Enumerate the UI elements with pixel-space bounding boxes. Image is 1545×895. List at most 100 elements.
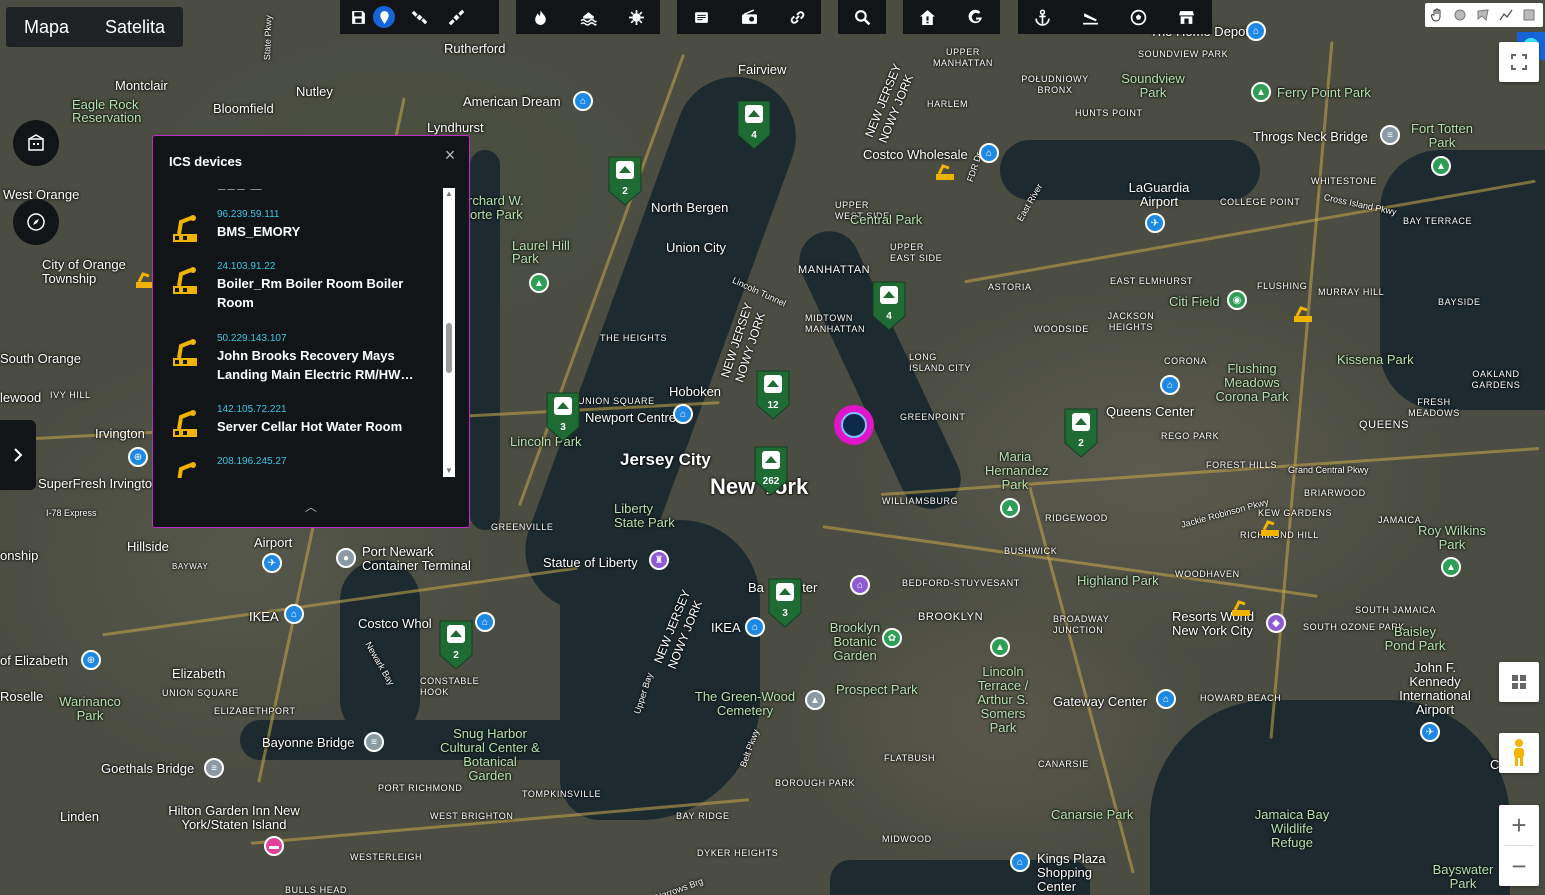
stadium-icon[interactable]: ◉ [1227,290,1247,310]
bridge-icon[interactable]: ≡ [364,732,384,752]
ics-device-marker-icon[interactable] [934,160,956,182]
close-icon[interactable]: × [441,146,459,164]
map-label: Baisley Pond Park [1384,624,1446,653]
list-scrollbar[interactable]: ▲ ▼ [443,188,455,477]
airport-icon[interactable]: ✈ [1420,722,1440,742]
zoom-out-button[interactable]: − [1499,846,1539,886]
shopping-icon[interactable]: ⌂ [745,617,765,637]
device-cluster[interactable]: 4 [869,278,909,332]
park-icon[interactable]: ▲ [990,637,1010,657]
park-icon[interactable]: ▲ [529,273,549,293]
device-cluster[interactable]: 262 [751,443,791,497]
airport-icon[interactable]: ✈ [262,553,282,573]
satellite-button[interactable] [373,6,395,28]
virus-button[interactable] [612,0,660,34]
layers-button[interactable] [1499,662,1539,702]
device-cluster[interactable]: 2 [1061,405,1101,459]
chevron-up-icon[interactable]: ︿ [303,498,319,514]
cluster-count: 2 [453,650,459,661]
park-icon[interactable]: ▲ [1431,156,1451,176]
shopping-icon[interactable]: ⌂ [1010,852,1030,872]
map-label: City of Orange Township [42,257,126,286]
street-view-button[interactable] [1499,733,1539,773]
zoom-in-button[interactable]: + [1499,805,1539,845]
draw-circle-button[interactable] [1448,3,1471,27]
list-item[interactable]: 208.196.245.27 [153,455,443,478]
draw-rectangle-button[interactable] [1517,3,1540,27]
selected-location-marker[interactable] [834,405,874,445]
map-label: MANHATTAN [798,264,871,276]
scroll-up-icon[interactable]: ▲ [445,190,453,198]
airplane-landing-button[interactable] [1066,0,1114,34]
device-cluster[interactable]: 12 [753,367,793,421]
park-icon[interactable]: ▲ [1251,82,1271,102]
shopping-icon[interactable]: ⌂ [284,604,304,624]
bridge-icon[interactable]: ≡ [204,758,224,778]
ics-device-marker-icon[interactable] [1259,516,1281,538]
radio-button[interactable] [725,0,773,34]
cemetery-icon[interactable]: ▲ [805,690,825,710]
device-cluster[interactable]: 4 [734,97,774,151]
shopping-icon[interactable]: ⌂ [979,143,999,163]
satellite-tool-button[interactable] [401,0,438,34]
device-list[interactable]: E̲M̲B̲Ξ̲ ̲ 96.239.59.111 BMS_EMORY 24.10… [153,188,443,478]
save-button[interactable] [340,0,377,34]
device-cluster[interactable]: 2 [605,153,645,207]
monument-icon[interactable]: ♜ [649,550,669,570]
soccer-ball-button[interactable] [1114,0,1162,34]
shopping-icon[interactable]: ⌂ [573,91,593,111]
map-type-satellite-button[interactable]: Satelita [87,17,183,38]
flood-button[interactable] [564,0,612,34]
device-name: Boiler_Rm Boiler Room Boiler Room [217,276,404,310]
store-button[interactable] [1162,0,1210,34]
place-icon[interactable]: ● [336,548,356,568]
anchor-button[interactable] [1018,0,1066,34]
device-cluster[interactable]: 3 [765,575,805,629]
airport-icon[interactable]: ✈ [1145,213,1165,233]
shopping-icon[interactable]: ⌂ [1156,689,1176,709]
ics-device-marker-icon[interactable] [1292,302,1314,324]
park-icon[interactable]: ▲ [1441,557,1461,577]
satellite-alt-button[interactable] [438,0,475,34]
device-cluster[interactable]: 2 [436,617,476,671]
list-item[interactable]: 142.105.72.221 Server Cellar Hot Water R… [153,403,443,455]
fire-button[interactable] [516,0,564,34]
pan-hand-button[interactable] [1425,3,1448,27]
device-cluster[interactable]: 3 [543,389,583,443]
shopping-icon[interactable]: ⌂ [1246,21,1266,41]
polygon-icon [1477,9,1489,22]
museum-icon[interactable]: ⌂ [850,575,870,595]
home-alert-button[interactable] [903,0,951,34]
fullscreen-button[interactable] [1499,42,1539,82]
scroll-down-icon[interactable]: ▼ [445,467,453,475]
hotel-icon[interactable]: ▬ [264,836,284,856]
park-icon[interactable]: ✿ [882,628,902,648]
search-map-button[interactable] [838,0,886,34]
map-label: Montclair [115,78,168,93]
ics-device-marker-icon[interactable] [1230,596,1252,618]
link-button[interactable] [773,0,821,34]
map-label: IKEA [711,620,741,635]
cluster-count: 12 [767,400,779,411]
expand-sidebar-button[interactable] [0,420,36,490]
scrollbar-thumb[interactable] [446,323,452,373]
draw-line-button[interactable] [1494,3,1517,27]
bridge-icon[interactable]: ≡ [1380,125,1400,145]
park-icon[interactable]: ▲ [1000,498,1020,518]
list-item[interactable]: 50.229.143.107 John Brooks Recovery Mays… [153,332,443,403]
shopping-icon[interactable]: ⌂ [475,612,495,632]
map-type-map-button[interactable]: Mapa [6,17,87,38]
shopping-icon[interactable]: ⌂ [1160,375,1180,395]
list-item[interactable]: 24.103.91.22 Boiler_Rm Boiler Room Boile… [153,260,443,332]
shopping-icon[interactable]: ⌂ [673,404,693,424]
buildings-button[interactable] [13,120,59,166]
list-item[interactable]: 96.239.59.111 BMS_EMORY [153,208,443,260]
google-button[interactable] [951,0,999,34]
shopping-cart-icon[interactable]: ⊕ [128,447,148,467]
news-button[interactable] [677,0,725,34]
map-label: UNION SQUARE [578,396,655,406]
casino-icon[interactable]: ◆ [1266,613,1286,633]
draw-polygon-button[interactable] [1471,3,1494,27]
shopping-cart-icon[interactable]: ⊕ [81,650,101,670]
compass-button[interactable] [13,199,59,245]
